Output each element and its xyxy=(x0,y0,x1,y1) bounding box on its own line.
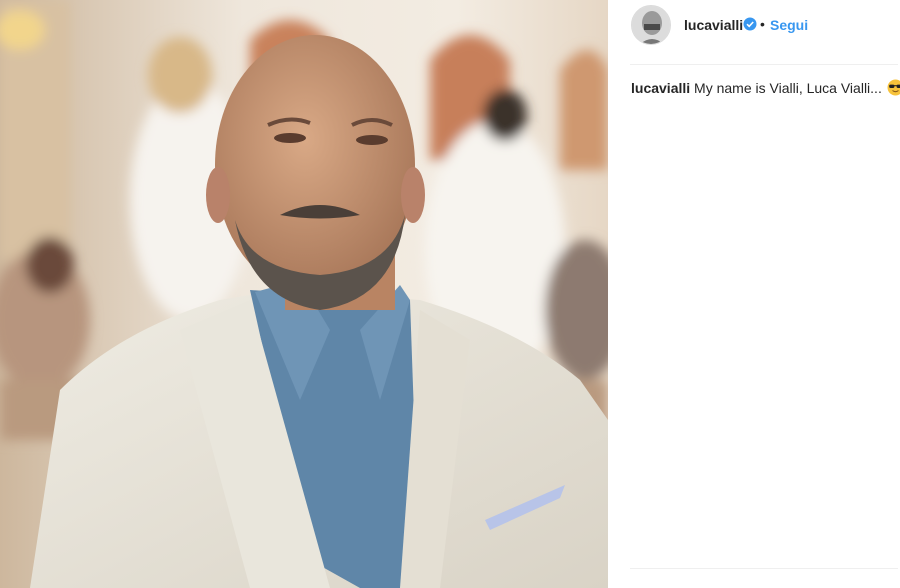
username-link[interactable]: lucavialli xyxy=(684,17,743,33)
footer-divider xyxy=(630,568,898,569)
post-caption: lucavialli My name is Vialli, Luca Viall… xyxy=(631,79,900,96)
post-photo[interactable] xyxy=(0,0,608,588)
header-divider xyxy=(630,64,898,65)
post-header: lucavialli • Segui xyxy=(608,0,900,52)
avatar[interactable] xyxy=(631,5,671,45)
caption-username-link[interactable]: lucavialli xyxy=(631,80,690,96)
post-side-panel: lucavialli • Segui lucavialli My name is… xyxy=(608,0,900,588)
verified-badge-icon xyxy=(743,17,757,31)
caption-text: My name is Vialli, Luca Vialli... xyxy=(694,80,882,96)
follow-button[interactable]: Segui xyxy=(770,17,808,33)
sunglasses-emoji-icon xyxy=(887,79,900,96)
separator-dot: • xyxy=(760,16,765,32)
